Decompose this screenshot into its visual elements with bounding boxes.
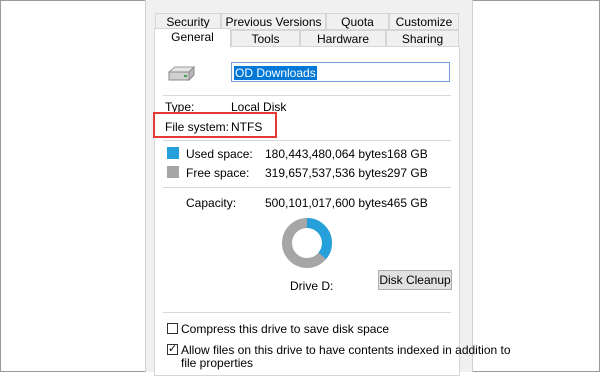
index-contents-label-line2: file properties [181, 356, 254, 370]
drive-name-text: OD Downloads [234, 66, 317, 80]
capacity-gb: 465 GB [387, 196, 428, 210]
separator [163, 95, 451, 96]
capacity-label: Capacity: [186, 196, 237, 210]
file-system-highlight [153, 112, 277, 138]
used-space-bytes: 180,443,480,064 bytes [265, 147, 388, 161]
free-space-gb: 297 GB [387, 166, 428, 180]
index-contents-checkbox[interactable] [167, 342, 178, 355]
separator [163, 312, 451, 313]
tab-general[interactable]: General [154, 28, 231, 48]
free-space-bytes: 319,657,537,536 bytes [265, 166, 388, 180]
free-space-swatch [167, 166, 179, 178]
index-contents-label-line1: Allow files on this drive to have conten… [181, 343, 511, 357]
used-space-label: Used space: [186, 147, 253, 161]
free-space-label: Free space: [186, 166, 250, 180]
tab-previous-versions[interactable]: Previous Versions [221, 13, 326, 30]
tab-sharing[interactable]: Sharing [386, 30, 459, 47]
disk-usage-donut [282, 218, 332, 268]
drive-name-input[interactable]: OD Downloads [231, 62, 450, 82]
used-space-swatch [167, 147, 179, 159]
compress-drive-label: Compress this drive to save disk space [181, 322, 390, 336]
tab-quota[interactable]: Quota [326, 13, 389, 30]
tab-customize[interactable]: Customize [389, 13, 459, 30]
separator [163, 140, 451, 141]
disk-cleanup-button[interactable]: Disk Cleanup [378, 270, 452, 290]
separator [163, 187, 451, 188]
tab-hardware[interactable]: Hardware [300, 30, 386, 47]
capacity-bytes: 500,101,017,600 bytes [265, 196, 388, 210]
tab-tools[interactable]: Tools [231, 30, 300, 47]
drive-letter-label: Drive D: [290, 279, 334, 293]
compress-drive-checkbox[interactable] [167, 323, 178, 334]
used-space-gb: 168 GB [387, 147, 428, 161]
drive-icon [167, 66, 195, 82]
